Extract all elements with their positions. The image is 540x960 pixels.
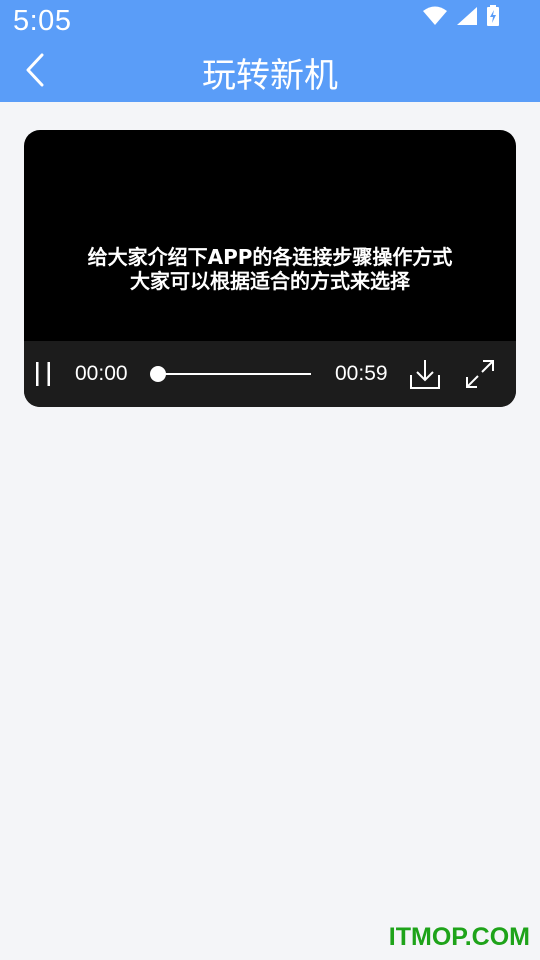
seek-bar[interactable] — [159, 373, 311, 375]
status-icons — [422, 5, 500, 31]
wifi-icon — [422, 6, 448, 30]
fullscreen-icon — [466, 360, 494, 388]
app-header: 5:05 玩转新机 — [0, 0, 540, 102]
subtitle-line-1: 给大家介绍下APP的各连接步骤操作方式 — [87, 245, 453, 269]
current-time: 00:00 — [75, 362, 128, 385]
player-controls: 00:00 00:59 — [24, 341, 516, 407]
fullscreen-button[interactable] — [463, 357, 497, 391]
pause-icon — [36, 362, 50, 386]
watermark: ITMOP.COM — [388, 923, 530, 951]
download-icon — [410, 360, 440, 389]
video-player[interactable]: 给大家介绍下APP的各连接步骤操作方式 大家可以根据适合的方式来选择 00:00… — [24, 130, 516, 407]
pause-button[interactable] — [32, 359, 54, 389]
total-time: 00:59 — [335, 362, 388, 385]
video-subtitle: 给大家介绍下APP的各连接步骤操作方式 大家可以根据适合的方式来选择 — [24, 245, 516, 293]
seek-thumb[interactable] — [150, 366, 166, 382]
signal-icon — [456, 6, 478, 30]
subtitle-line-2: 大家可以根据适合的方式来选择 — [130, 269, 410, 293]
battery-charging-icon — [486, 5, 500, 31]
status-time: 5:05 — [13, 5, 72, 37]
page-title: 玩转新机 — [202, 56, 338, 96]
download-button[interactable] — [408, 357, 442, 391]
